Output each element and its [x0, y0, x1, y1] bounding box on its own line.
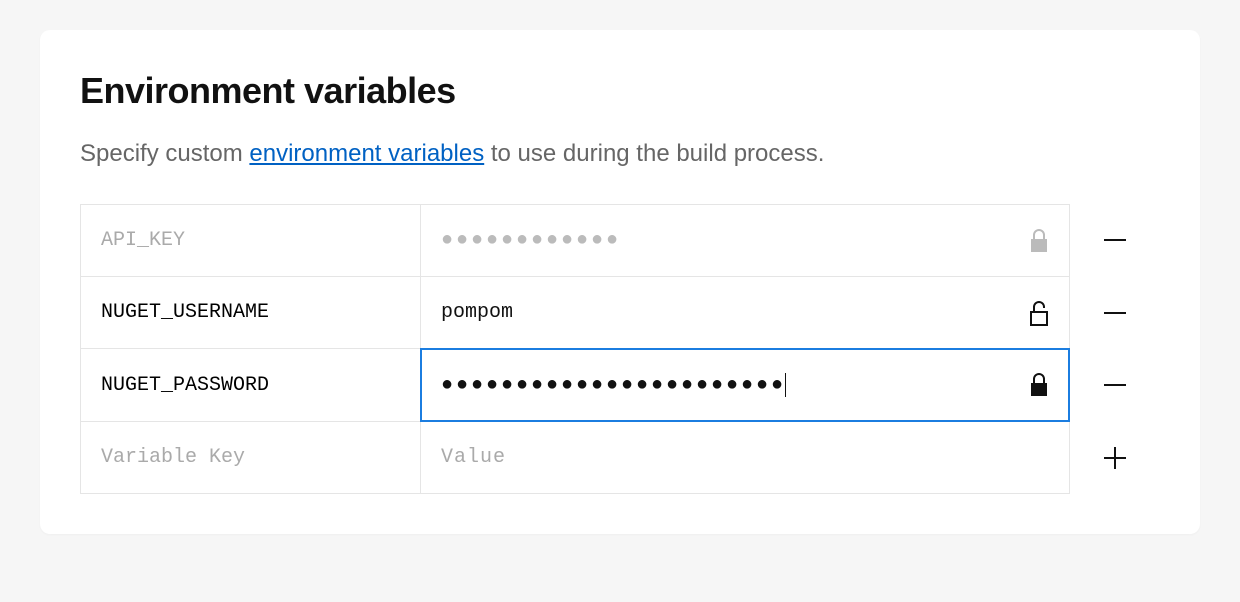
env-vars-doc-link[interactable]: environment variables: [249, 140, 484, 167]
section-description: Specify custom environment variables to …: [80, 140, 1160, 168]
minus-icon: [1102, 300, 1128, 326]
text-cursor: [785, 373, 786, 397]
lock-toggle: [1009, 228, 1069, 254]
var-value-input[interactable]: ●●●●●●●●●●●●●●●●●●●●●●●: [421, 349, 1069, 421]
minus-icon: [1102, 227, 1128, 253]
table-row: Variable Key Value: [81, 422, 1069, 493]
env-vars-table-wrap: API_KEY ●●●●●●●●●●●● NUGET_USERNAME pomp…: [80, 204, 1160, 494]
env-vars-table: API_KEY ●●●●●●●●●●●● NUGET_USERNAME pomp…: [80, 204, 1070, 494]
lock-toggle[interactable]: [1009, 299, 1069, 327]
var-value-display: pompom: [421, 277, 1009, 348]
remove-row-button[interactable]: [1070, 277, 1160, 350]
var-value-display: ●●●●●●●●●●●●: [421, 205, 1009, 276]
lock-icon: [1027, 228, 1051, 254]
description-suffix: to use during the build process.: [484, 140, 824, 167]
var-value-display: ●●●●●●●●●●●●●●●●●●●●●●●: [421, 349, 1009, 421]
lock-icon: [1027, 372, 1051, 398]
table-row: API_KEY ●●●●●●●●●●●●: [81, 205, 1069, 277]
minus-icon: [1102, 372, 1128, 398]
plus-icon: [1102, 445, 1128, 471]
table-row: NUGET_USERNAME pompom: [81, 277, 1069, 349]
env-vars-card: Environment variables Specify custom env…: [40, 30, 1200, 534]
description-prefix: Specify custom: [80, 140, 249, 167]
var-key-input[interactable]: API_KEY: [81, 205, 421, 276]
remove-row-button[interactable]: [1070, 349, 1160, 422]
var-key-input[interactable]: NUGET_USERNAME: [81, 277, 421, 348]
var-value-input[interactable]: ●●●●●●●●●●●●: [421, 205, 1069, 276]
lock-toggle[interactable]: [1009, 372, 1069, 398]
add-row-button[interactable]: [1070, 422, 1160, 495]
var-value-input[interactable]: Value: [421, 422, 1069, 493]
remove-row-button[interactable]: [1070, 204, 1160, 277]
table-row: NUGET_PASSWORD ●●●●●●●●●●●●●●●●●●●●●●●: [81, 349, 1069, 422]
unlock-icon: [1027, 299, 1051, 327]
var-key-input[interactable]: NUGET_PASSWORD: [81, 349, 421, 421]
row-actions: [1070, 204, 1160, 494]
var-value-input[interactable]: pompom: [421, 277, 1069, 348]
section-title: Environment variables: [80, 70, 1160, 112]
var-value-placeholder: Value: [421, 422, 1009, 493]
var-key-input[interactable]: Variable Key: [81, 422, 421, 493]
